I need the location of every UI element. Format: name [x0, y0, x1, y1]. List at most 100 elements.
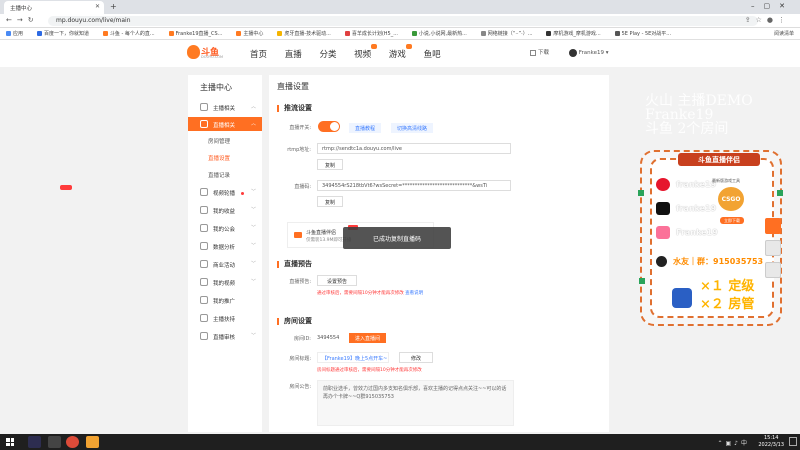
promo-header-text: 斗鱼直播伴侣 [698, 156, 740, 164]
sidebar-sub-room[interactable]: 房间管理 [208, 137, 230, 145]
chrome-icon[interactable] [66, 436, 79, 448]
system-tray[interactable]: ⌃▣♪中 [717, 438, 750, 447]
douyu-logo[interactable]: 斗鱼 DOUYU.COM [187, 44, 229, 62]
rtmp-field[interactable]: rtmp://sendtc1a.douyu.com/live [317, 143, 511, 154]
bookmark[interactable]: Franke19直播_CS... [168, 30, 222, 37]
username[interactable]: Franke19 [579, 50, 604, 56]
nav-category[interactable]: 分类 [319, 48, 336, 60]
sidebar-item-business[interactable]: 商业活动 ﹀ [188, 257, 262, 271]
clock[interactable]: 15:14 2022/3/13 [758, 435, 784, 449]
bookmark[interactable]: 主播中心 [236, 30, 263, 37]
sidebar-item-review[interactable]: 直播审核 ﹀ [188, 329, 262, 343]
tiktok-icon [656, 202, 670, 215]
sidebar-item-anchor[interactable]: 主播相关 ︿ [188, 100, 262, 114]
room-title-label: 房间标题: [289, 356, 311, 362]
sidebar-item-analytics[interactable]: 数据分析 ﹀ [188, 239, 262, 253]
url-field[interactable]: mp.douyu.com/live/main [48, 16, 758, 26]
overlay-title-line: Franke19 [645, 107, 714, 123]
sidebar-item-earnings[interactable]: 我的收益 ﹀ [188, 203, 262, 217]
bookmark[interactable]: 喜羊成长计划(H5_... [344, 30, 398, 37]
bookmark-label: 虎牙直播-技术驱动... [284, 31, 331, 37]
sidebar-item-label: 我的推广 [213, 299, 236, 305]
avatar[interactable] [568, 48, 577, 57]
copy-code-button[interactable]: 复制 [317, 196, 343, 207]
section-preview: 直播预告 [277, 261, 312, 268]
ad-download-button[interactable]: 立即下载 [720, 217, 744, 224]
taskbar-app-icon[interactable] [28, 436, 41, 448]
resize-handle[interactable] [777, 190, 783, 196]
sidebar-sub-settings[interactable]: 直播设置 [208, 154, 230, 162]
bookmark[interactable]: 摩机游戏_摩机游戏... [546, 30, 601, 37]
bookmark[interactable]: 应用 [6, 30, 23, 37]
nav-home[interactable]: 首页 [250, 48, 267, 60]
promo-row-qq: 水友｜群：915035753 [656, 256, 763, 267]
sidebar-item-support[interactable]: 主播扶持 [188, 311, 262, 325]
sidebar-item-guild[interactable]: 我的公会 ﹀ [188, 221, 262, 235]
nav-live[interactable]: 直播 [285, 48, 302, 60]
hot-badge-icon [371, 44, 378, 49]
reward-rank-text: ×１ 定级 [700, 279, 755, 294]
qq-penguin-icon [656, 256, 667, 267]
download-icon[interactable] [530, 49, 536, 56]
bookmark[interactable]: 虎牙直播-技术驱动... [277, 30, 331, 37]
sidebar-item-label: 我的收益 [213, 209, 236, 215]
sidebar-sub-records[interactable]: 直播记录 [208, 171, 230, 179]
section-room: 房间设置 [277, 318, 312, 325]
resize-handle[interactable] [638, 190, 644, 196]
bookmark-label: 5E Play - 5E对战平... [621, 31, 672, 37]
live-toggle[interactable] [318, 121, 340, 132]
browser-tab-strip: 主播中心 ✕ + –▢✕ [0, 0, 800, 14]
nav-buttons[interactable]: ←→↻ [6, 16, 39, 24]
side-toolbar [765, 218, 781, 300]
bookmark[interactable]: 斗鱼 - 每个人的直... [102, 30, 155, 37]
sidebar-item-my-videos[interactable]: 我的视频 ﹀ [188, 275, 262, 289]
copy-rtmp-button[interactable]: 复制 [317, 159, 343, 170]
room-notice-field[interactable]: 前职业选手，曾效力过国内多支知名俱乐部，喜欢主播的记得点点关注~~可以的话再办个… [317, 380, 514, 426]
toggle-knob [330, 122, 339, 131]
close-tab-icon[interactable]: ✕ [95, 3, 100, 10]
tutorial-button[interactable]: 直播教程 [349, 123, 382, 133]
bookmark-icon [236, 31, 242, 36]
overlay-title-line: 斗鱼 2个房间 [645, 121, 729, 137]
video-tool-icon[interactable] [765, 218, 781, 234]
bookmark[interactable]: 5E Play - 5E对战平... [614, 30, 672, 37]
reading-list[interactable]: 阅读清单 [774, 30, 794, 37]
preview-help-link[interactable]: 查看说明 [405, 291, 423, 296]
modify-title-button[interactable]: 修改 [399, 352, 433, 363]
stream-code-field[interactable]: 3494554rS218tbVt6?wsSecret=*************… [317, 180, 511, 191]
bookmark[interactable]: 小说,小说网,最新热... [411, 30, 467, 37]
sidebar-item-video-carousel[interactable]: 视频轮播 ﹀ [188, 185, 262, 199]
window-controls[interactable]: –▢✕ [751, 2, 794, 10]
taskbar-app-icon[interactable] [86, 436, 99, 448]
taskbar-app-icon[interactable] [48, 436, 61, 448]
mic-icon [200, 103, 208, 111]
resize-handle[interactable] [639, 278, 645, 284]
share-tool-icon[interactable] [765, 262, 781, 278]
room-title-field[interactable]: 【Franke19】晚上5点开车~ [317, 352, 389, 363]
notification-icon[interactable] [789, 437, 797, 446]
extension-icons[interactable]: ⇪☆●⋮ [745, 16, 790, 24]
video-icon [200, 188, 208, 196]
chevron-down-icon[interactable]: ▾ [606, 50, 609, 56]
csgo-logo-icon: CSGO [716, 185, 746, 213]
nav-fishbar[interactable]: 鱼吧 [424, 48, 441, 60]
refresh-tool-icon[interactable] [765, 240, 781, 256]
set-preview-button[interactable]: 设置预告 [317, 275, 357, 286]
download-link[interactable]: 下载 [538, 50, 549, 56]
hd-line-button[interactable]: 切换高清线路 [391, 123, 434, 133]
stream-code-value: 3494554rS218tbVt6?wsSecret=*************… [322, 183, 488, 189]
sidebar-item-promotion[interactable]: 我的推广 [188, 293, 262, 307]
bookmark[interactable]: 百度一下，你就知道 [36, 30, 89, 37]
bookmark-icon [344, 31, 350, 36]
preview-warning: 通过审核后，需要间隔10分钟才能再次修改 查看说明 [317, 290, 423, 296]
windows-start-icon[interactable] [6, 438, 14, 446]
browser-tab[interactable]: 主播中心 [4, 1, 104, 14]
sidebar-item-live[interactable]: 直播相关 ︿ [188, 117, 262, 131]
promo-row-weibo: franke19 [656, 178, 716, 191]
nav-game[interactable]: 游戏 [389, 44, 412, 60]
megaphone-icon [200, 296, 208, 304]
new-tab-icon[interactable]: + [110, 2, 117, 11]
nav-video[interactable]: 视频 [354, 44, 378, 60]
enter-room-button[interactable]: 进入直播间 [349, 333, 387, 343]
bookmark[interactable]: 网络链接（“··”·）... [480, 30, 533, 37]
